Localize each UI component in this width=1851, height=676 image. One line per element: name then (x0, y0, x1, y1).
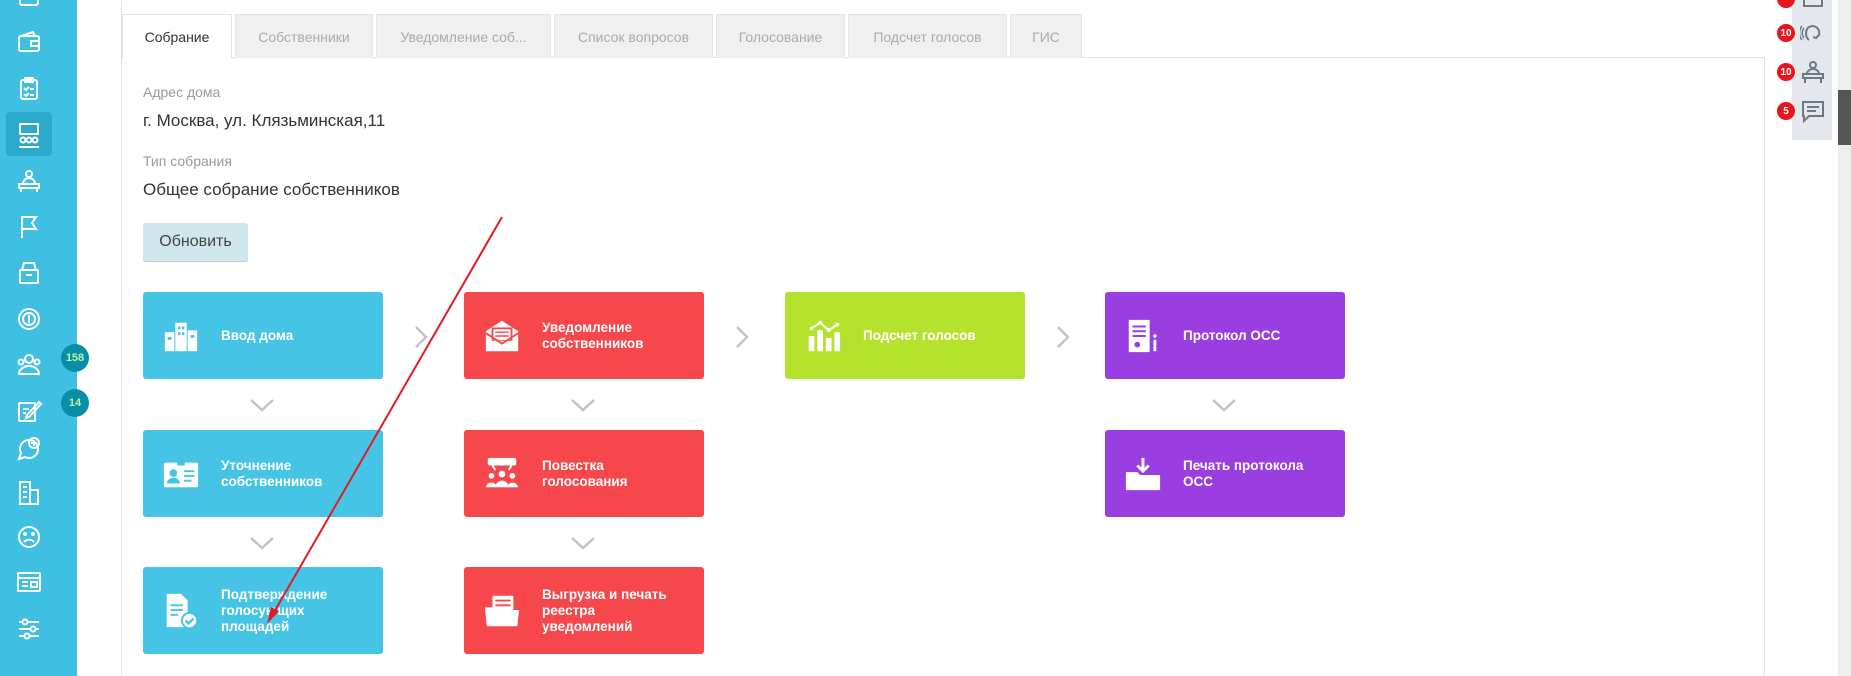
call-icon[interactable] (1800, 20, 1826, 46)
reception-badge: 10 (1777, 63, 1795, 81)
call-badge: 10 (1777, 24, 1795, 42)
reception-icon[interactable] (1800, 59, 1826, 85)
message-icon[interactable] (1800, 98, 1826, 124)
annotation-arrow (267, 216, 503, 624)
scrollbar-thumb[interactable] (1838, 90, 1851, 145)
message-badge: 5 (1777, 102, 1795, 120)
notification-icon[interactable] (1800, 0, 1826, 14)
